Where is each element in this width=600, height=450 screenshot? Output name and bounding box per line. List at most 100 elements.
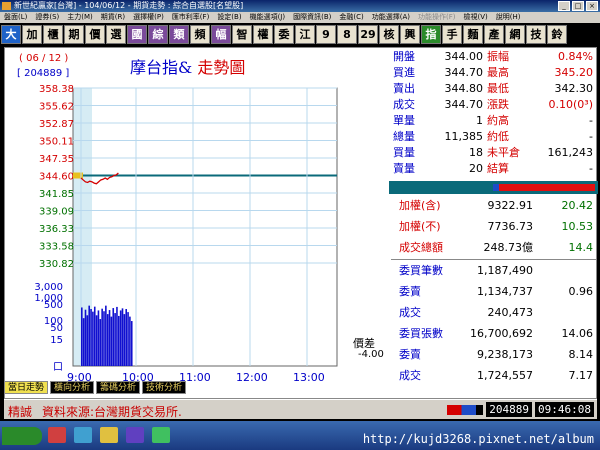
menu-item[interactable]: 說明(H) [492, 12, 525, 23]
index-value: 20.42 [561, 199, 594, 212]
toolbar-button[interactable]: 鈴 [547, 25, 567, 44]
quote-label: 賣出 [393, 82, 415, 95]
futures-row: 委賣 1,134,737 0.96 [391, 281, 597, 302]
minimize-button[interactable]: _ [558, 1, 570, 11]
quote-label: 成交 [393, 98, 415, 111]
futures-label: 委買張數 [399, 327, 443, 340]
time-tick-label: 13:00 [293, 371, 325, 383]
futures-row: 委買筆數 1,187,490 [391, 260, 597, 281]
status-time: 09:46:08 [535, 402, 594, 417]
toolbar-button[interactable]: 江 [295, 25, 315, 44]
volume-bar [88, 305, 90, 366]
toolbar-button[interactable]: 委 [274, 25, 294, 44]
chart-area: 358.38 355.62 352.87 350.11 347.35 344.60 341.… [5, 48, 390, 383]
quote-label: 結算 [487, 162, 509, 175]
quote-value: 11,385 [444, 130, 484, 143]
tab-2[interactable]: 籌碼分析 [96, 381, 141, 394]
menu-item[interactable]: 國際資訊(B) [289, 12, 335, 23]
window-title: 新世紀贏家[台灣] - 104/06/12 - 期貨走勢 : 綜合自選股[名望股… [14, 1, 244, 10]
status-source: 資料來源:台灣期貨交易所. [42, 405, 182, 419]
taskbar-app-icon[interactable] [48, 427, 66, 443]
toolbar-button[interactable]: 29 [358, 25, 378, 44]
quote-row: 賣出 344.80 最低 342.30 [391, 81, 597, 96]
toolbar-button[interactable]: 麵 [463, 25, 483, 44]
futures-value: 14.06 [561, 327, 594, 340]
index-value: 14.4 [568, 241, 594, 254]
toolbar-button[interactable]: 智 [232, 25, 252, 44]
price-tick-label: 336.33 [39, 224, 74, 235]
toolbar-button[interactable]: 核 [379, 25, 399, 44]
tab-3[interactable]: 技術分析 [142, 381, 187, 394]
futures-value: 1,187,490 [477, 264, 533, 277]
volume-tick-label: 500 [44, 300, 63, 311]
close-button[interactable]: × [586, 1, 598, 11]
toolbar-button[interactable]: 產 [484, 25, 504, 44]
toolbar-button[interactable]: 8 [337, 25, 357, 44]
index-value: 9322.91 [487, 199, 534, 212]
menu-item[interactable]: 期貨(R) [97, 12, 129, 23]
diff-value: -4.00 [358, 349, 384, 360]
menu-item[interactable]: 功能操作(F) [414, 12, 460, 23]
menu-item[interactable]: 機能選項(J) [246, 12, 290, 23]
toolbar-button[interactable]: 技 [526, 25, 546, 44]
menu-item[interactable]: 選擇權(P) [129, 12, 168, 23]
taskbar-app-icon[interactable] [74, 427, 92, 443]
taskbar-app-icon[interactable] [126, 427, 144, 443]
toolbar-button[interactable]: 期 [64, 25, 84, 44]
toolbar-button[interactable]: 櫃 [43, 25, 63, 44]
menu-item[interactable]: 盤面(L) [0, 12, 31, 23]
quote-table: 開盤 344.00 振幅 0.84% 買進 344.70 最高 345.20 賣出 344.80 最… [391, 49, 597, 180]
toolbar-button[interactable]: 選 [106, 25, 126, 44]
volume-bar [114, 313, 116, 366]
index-row: 加權(不) 7736.73 10.53 [391, 216, 597, 237]
volume-bar [84, 309, 87, 366]
menu-item[interactable]: 檢視(V) [460, 12, 492, 23]
futures-label: 委賣 [399, 285, 421, 298]
menu-item[interactable]: 金融(C) [335, 12, 367, 23]
toolbar-button[interactable]: 價 [85, 25, 105, 44]
quote-value: 20 [469, 162, 483, 175]
index-table: 加權(含) 9322.91 20.42 加權(不) 7736.73 10.53 成交總額 24… [391, 195, 597, 258]
taskbar-app-icon[interactable] [152, 427, 170, 443]
quote-value: 161,243 [547, 146, 594, 159]
toolbar-button[interactable]: 興 [400, 25, 420, 44]
menu-item[interactable]: 匯市利率(F) [168, 12, 214, 23]
quote-label: 總量 [393, 130, 415, 143]
toolbar-button[interactable]: 手 [442, 25, 462, 44]
menu-item[interactable]: 主力(M) [63, 12, 97, 23]
menu-item[interactable]: 證券(S) [31, 12, 63, 23]
chart-title-a: 摩台指& [130, 58, 193, 77]
toolbar-button[interactable]: 9 [316, 25, 336, 44]
quote-row: 買量 18 未平倉 161,243 [391, 145, 597, 160]
volume-bar [116, 306, 118, 366]
quote-value: - [589, 162, 593, 175]
quote-row: 開盤 344.00 振幅 0.84% [391, 49, 597, 64]
toolbar-button[interactable]: 大 [1, 25, 21, 44]
toolbar-button[interactable]: 加 [22, 25, 42, 44]
tab-0[interactable]: 當日走勢 [4, 381, 49, 394]
start-button[interactable] [2, 427, 42, 445]
toolbar-button[interactable]: 國 [127, 25, 147, 44]
toolbar-button[interactable]: 類 [169, 25, 189, 44]
quote-value: 18 [469, 146, 483, 159]
volume-bar [118, 315, 120, 366]
volume-tick-label: 口 [53, 362, 63, 373]
quote-value: 344.70 [444, 98, 484, 111]
bid-ask-bar [389, 181, 598, 194]
maximize-button[interactable]: □ [572, 1, 584, 11]
toolbar-button[interactable]: 綜 [148, 25, 168, 44]
toolbar-button[interactable]: 幅 [211, 25, 231, 44]
taskbar-icons [48, 427, 170, 443]
futures-label: 委買筆數 [399, 264, 443, 277]
quote-label: 單量 [393, 114, 415, 127]
volume-bar [127, 312, 129, 366]
toolbar-button[interactable]: 權 [253, 25, 273, 44]
menu-item[interactable]: 功能選擇(A) [368, 12, 414, 23]
taskbar-app-icon[interactable] [100, 427, 118, 443]
toolbar-button[interactable]: 指 [421, 25, 441, 44]
toolbar-button[interactable]: 網 [505, 25, 525, 44]
tab-1[interactable]: 橫向分析 [50, 381, 95, 394]
menu-item[interactable]: 設定(B) [213, 12, 245, 23]
status-bar: 精誠 資料來源:台灣期貨交易所. 204889 09:46:08 [4, 399, 597, 419]
toolbar-button[interactable]: 頻 [190, 25, 210, 44]
